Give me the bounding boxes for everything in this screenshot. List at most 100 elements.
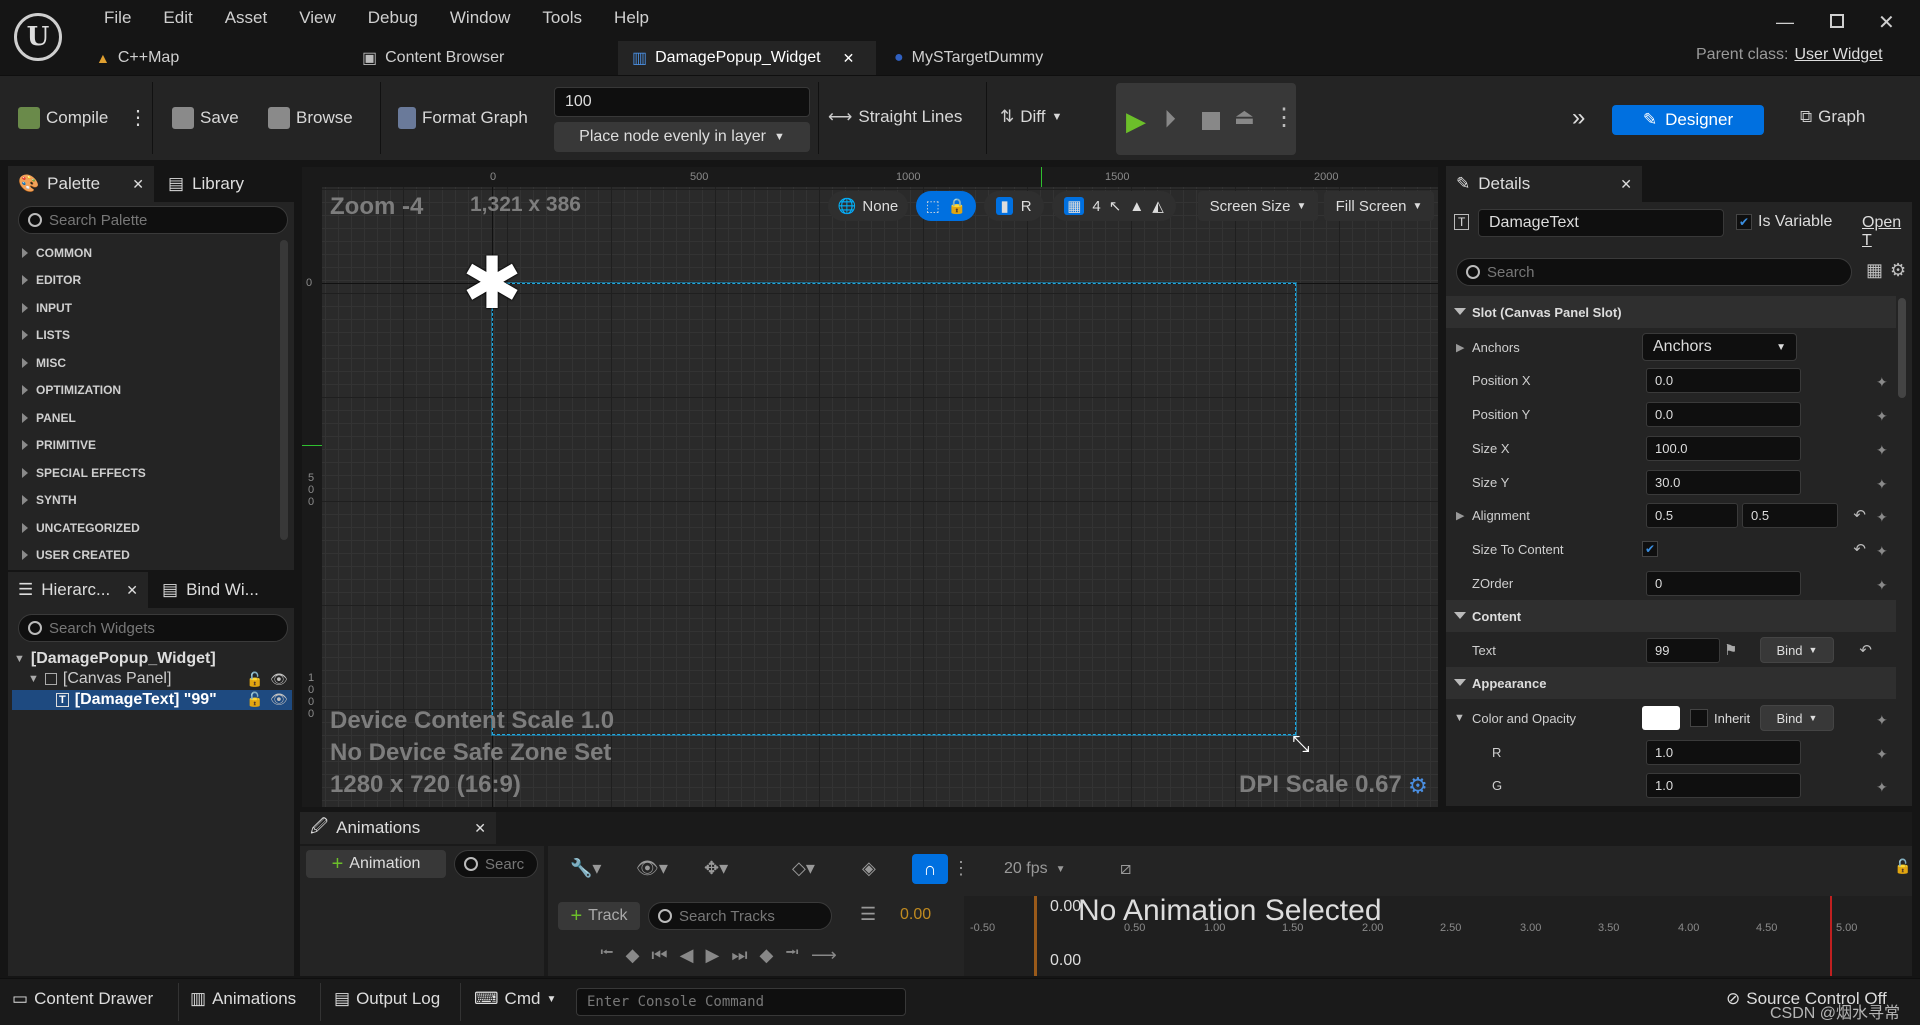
- alignment-y-input[interactable]: 0.5: [1742, 502, 1838, 528]
- settings-gear-icon[interactable]: ⚙: [1890, 260, 1906, 281]
- close-icon[interactable]: ✕: [1878, 10, 1895, 35]
- details-search-input[interactable]: Search: [1456, 258, 1852, 286]
- maximize-icon[interactable]: [1830, 14, 1844, 28]
- menu-asset[interactable]: Asset: [209, 8, 284, 28]
- close-icon[interactable]: ✕: [474, 820, 486, 837]
- tab-damagepopup-widget[interactable]: ▥ DamagePopup_Widget ✕: [618, 41, 876, 75]
- add-track-button[interactable]: + Track: [558, 902, 640, 930]
- fps-dropdown[interactable]: 20 fps ▼: [1004, 860, 1066, 878]
- designer-canvas[interactable]: ✱ ⤡ Zoom -4 1,321 x 386 Device Content S…: [322, 187, 1438, 807]
- menu-file[interactable]: File: [88, 8, 147, 28]
- color-g-input[interactable]: 1.0: [1646, 772, 1801, 798]
- menu-debug[interactable]: Debug: [352, 8, 434, 28]
- pin-icon[interactable]: ✦: [1876, 476, 1888, 492]
- jump-start-icon[interactable]: ⭰: [600, 940, 614, 970]
- loop-icon[interactable]: ⟶: [811, 945, 837, 966]
- close-icon[interactable]: ✕: [126, 582, 138, 599]
- stop-icon[interactable]: [1202, 112, 1220, 130]
- selected-widget-outline[interactable]: [491, 282, 1297, 736]
- localization-dropdown[interactable]: 🌐 None: [828, 191, 908, 221]
- pin-icon[interactable]: ✦: [1876, 779, 1888, 795]
- close-icon[interactable]: ✕: [1620, 176, 1632, 193]
- dpi-settings-gear-icon[interactable]: ⚙: [1408, 773, 1428, 799]
- save-button[interactable]: Save: [172, 107, 239, 129]
- category-uncategorized[interactable]: UNCATEGORIZED: [22, 521, 140, 535]
- category-primitive[interactable]: PRIMITIVE: [22, 438, 96, 452]
- prev-key-icon[interactable]: ◆: [626, 945, 640, 966]
- filter-icon[interactable]: ☰: [860, 904, 876, 925]
- layer-placement-dropdown[interactable]: Place node evenly in layer ▼: [554, 122, 810, 152]
- category-user-created[interactable]: USER CREATED: [22, 548, 130, 562]
- lock-icon[interactable]: 🔓: [246, 671, 263, 688]
- eye-icon[interactable]: 👁▾: [636, 858, 668, 879]
- tab-animations[interactable]: 🖉 Animations ✕: [300, 812, 496, 844]
- wrench-icon[interactable]: 🔧▾: [570, 858, 601, 879]
- color-swatch[interactable]: [1642, 706, 1680, 730]
- size-y-input[interactable]: 30.0: [1646, 469, 1801, 495]
- tab-library[interactable]: ▤ Library: [158, 166, 255, 202]
- step-forward-icon[interactable]: ⏭: [731, 945, 747, 966]
- tab-cppmap[interactable]: ▲ C++Map: [82, 41, 340, 75]
- reset-icon[interactable]: ↶: [1859, 641, 1872, 659]
- anchor-flower-icon[interactable]: ✱: [452, 243, 532, 324]
- category-misc[interactable]: MISC: [22, 356, 66, 370]
- pin-icon[interactable]: ✦: [1876, 442, 1888, 458]
- open-link[interactable]: Open T: [1862, 214, 1912, 250]
- cmd-dropdown[interactable]: ⌨ Cmd ▼: [474, 989, 556, 1009]
- table-view-icon[interactable]: ▦: [1866, 260, 1883, 281]
- text-bind-dropdown[interactable]: Bind ▼: [1760, 637, 1834, 663]
- menu-edit[interactable]: Edit: [147, 8, 208, 28]
- category-lists[interactable]: LISTS: [22, 328, 70, 342]
- jump-end-icon[interactable]: ⭲: [785, 940, 799, 970]
- step-back-icon[interactable]: ⏮: [651, 945, 667, 966]
- menu-help[interactable]: Help: [598, 8, 665, 28]
- close-icon[interactable]: ✕: [132, 176, 144, 193]
- category-editor[interactable]: EDITOR: [22, 273, 81, 287]
- play-icon[interactable]: ▶: [1126, 106, 1146, 137]
- snap-options-icon[interactable]: ⋮: [952, 858, 970, 879]
- tab-content-browser[interactable]: ▣ Content Browser: [348, 41, 610, 75]
- auto-key-icon[interactable]: ◈: [862, 858, 876, 879]
- size-to-content-checkbox[interactable]: ✔: [1642, 541, 1658, 557]
- position-x-input[interactable]: 0.0: [1646, 367, 1801, 393]
- layout-toggle[interactable]: ▮ R: [984, 191, 1044, 221]
- resize-handle-icon[interactable]: ⤡: [1292, 731, 1310, 757]
- fill-screen-dropdown[interactable]: Fill Screen ▼: [1324, 191, 1434, 221]
- pin-icon[interactable]: ✦: [1876, 509, 1888, 525]
- lock-icon[interactable]: 🔓: [1894, 858, 1911, 875]
- widget-search-input[interactable]: Search Widgets: [18, 614, 288, 642]
- content-section[interactable]: Content: [1446, 600, 1896, 632]
- play-reverse-icon[interactable]: ◀: [680, 945, 694, 966]
- menu-view[interactable]: View: [283, 8, 352, 28]
- palette-search-input[interactable]: Search Palette: [18, 206, 288, 234]
- tab-bind-widgets[interactable]: ▤ Bind Wi...: [152, 572, 269, 608]
- category-panel[interactable]: PANEL: [22, 411, 76, 425]
- compile-options-icon[interactable]: ⋮: [128, 105, 148, 130]
- transform-icon[interactable]: ✥▾: [704, 858, 728, 879]
- animation-search-input[interactable]: Searc: [454, 850, 538, 878]
- expand-toolbar-icon[interactable]: »: [1572, 104, 1585, 132]
- pin-icon[interactable]: ✦: [1876, 746, 1888, 762]
- category-common[interactable]: COMMON: [22, 246, 92, 260]
- tree-root[interactable]: ▼ [DamagePopup_Widget]: [14, 650, 216, 668]
- track-search-input[interactable]: Search Tracks: [648, 902, 832, 930]
- palette-scrollbar[interactable]: [280, 240, 288, 540]
- pin-icon[interactable]: ✦: [1876, 374, 1888, 390]
- content-drawer-button[interactable]: ▭ Content Drawer: [12, 989, 153, 1009]
- category-optimization[interactable]: OPTIMIZATION: [22, 383, 121, 397]
- next-key-icon[interactable]: ◆: [760, 945, 774, 966]
- tab-close-icon[interactable]: ✕: [843, 50, 855, 67]
- pin-icon[interactable]: ✦: [1876, 408, 1888, 424]
- tab-mystargetdummy[interactable]: ● MySTargetDummy: [880, 41, 1140, 75]
- inherit-checkbox[interactable]: [1690, 709, 1708, 727]
- grid-snap-toggle[interactable]: ▦ 4 ↖ ▲ ◭: [1052, 191, 1176, 221]
- tab-details[interactable]: ✎ Details ✕: [1446, 166, 1642, 202]
- appearance-section[interactable]: Appearance: [1446, 667, 1896, 699]
- tab-palette[interactable]: 🎨 Palette ✕: [8, 166, 154, 202]
- playhead[interactable]: [1034, 896, 1037, 976]
- category-input[interactable]: INPUT: [22, 301, 72, 315]
- eye-icon[interactable]: 👁: [270, 671, 288, 688]
- unreal-logo[interactable]: U: [14, 13, 62, 61]
- curve-editor-icon[interactable]: ⧄: [1120, 858, 1131, 879]
- play-icon[interactable]: ▶: [705, 945, 719, 966]
